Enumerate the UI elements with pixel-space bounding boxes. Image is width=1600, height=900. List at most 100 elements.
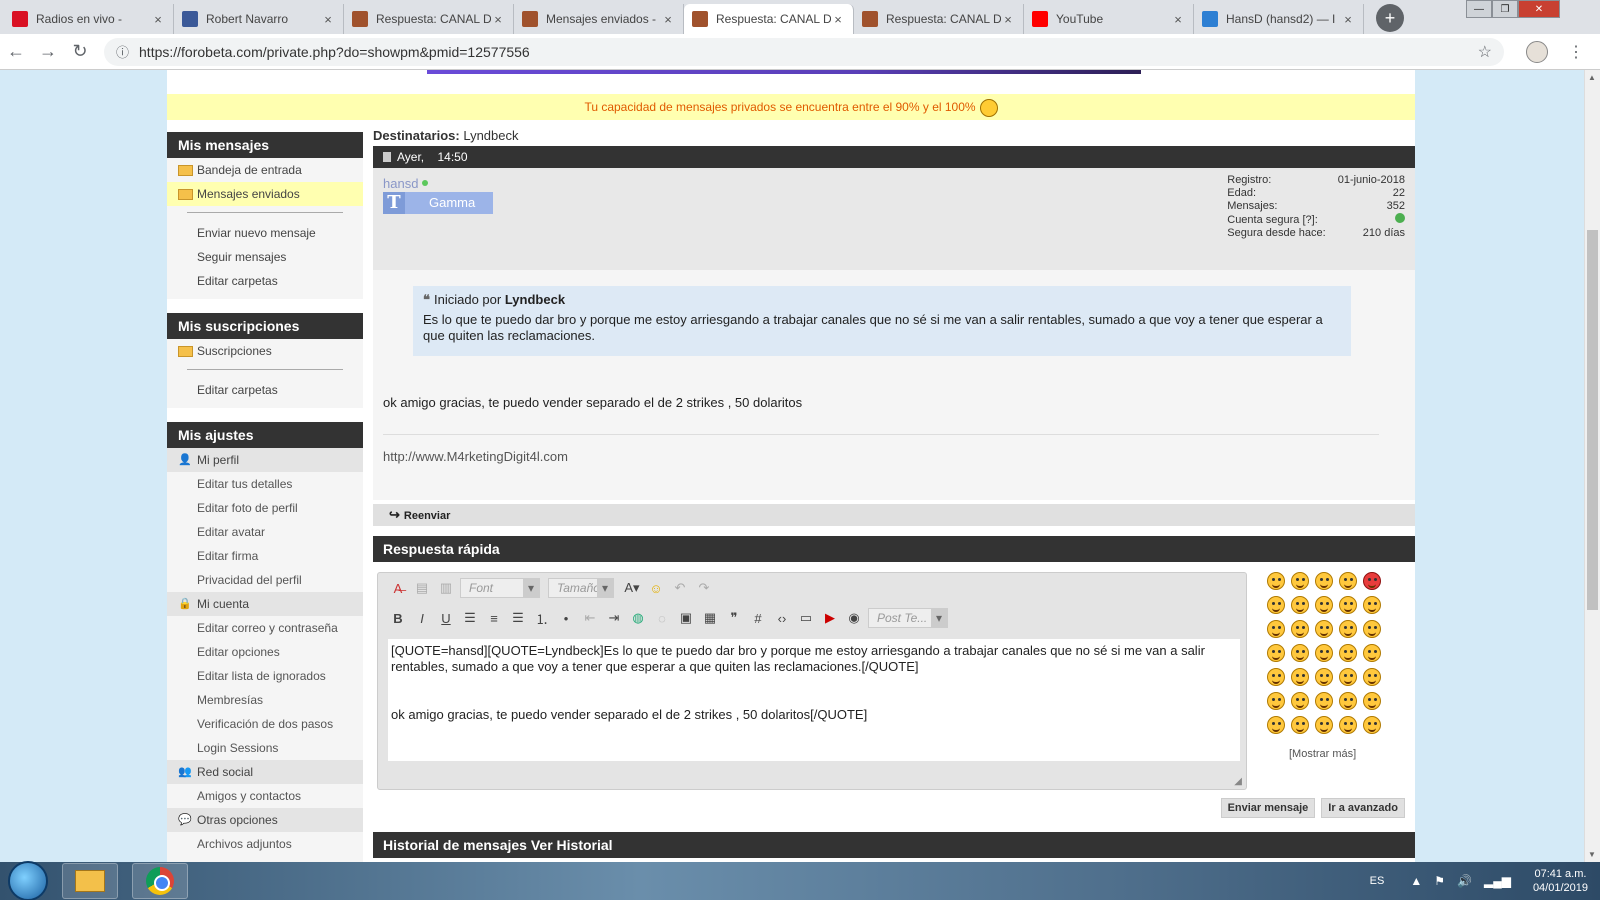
sidebar-item-inbox[interactable]: Bandeja de entrada [167,158,363,182]
browser-tab[interactable]: Respuesta: CANAL D × [854,4,1024,34]
smiley-icon[interactable] [1291,572,1309,590]
smiley-icon[interactable] [1267,596,1285,614]
smiley-icon[interactable] [1267,692,1285,710]
tray-expand-icon[interactable]: ▲ [1410,874,1422,888]
smiley-icon[interactable] [1363,668,1381,686]
close-window-button[interactable]: ✕ [1518,0,1560,18]
tab-close-icon[interactable]: × [831,12,845,27]
smiley-icon[interactable] [1291,668,1309,686]
sidebar-item-ignore-list[interactable]: Editar lista de ignorados [167,664,363,688]
unlink-icon[interactable]: ◌ [652,608,672,628]
bold-icon[interactable]: B [388,608,408,628]
sidebar-item-edit-signature[interactable]: Editar firma [167,544,363,568]
smiley-icon[interactable] [1363,692,1381,710]
quote-icon[interactable]: ❞ [724,608,744,628]
post-template-select[interactable]: Post Te... [868,608,948,628]
smiley-icon[interactable] [1315,644,1333,662]
smiley-icon[interactable] [1267,668,1285,686]
sidebar-item-edit-folders[interactable]: Editar carpetas [167,269,363,293]
send-message-button[interactable]: Enviar mensaje [1220,798,1316,818]
smiley-icon[interactable] [1315,716,1333,734]
language-indicator[interactable]: ES [1370,875,1385,887]
tab-close-icon[interactable]: × [321,12,335,27]
browser-tab[interactable]: HansD (hansd2) — I × [1194,4,1364,34]
smiley-icon[interactable] [1291,596,1309,614]
smiley-icon[interactable] [1363,572,1381,590]
spoiler-icon[interactable]: ◉ [844,608,864,628]
sidebar-item-sent[interactable]: Mensajes enviados [167,182,363,206]
smiley-icon[interactable] [1291,692,1309,710]
sidebar-item-attachments[interactable]: Archivos adjuntos [167,832,363,856]
smiley-icon[interactable] [1339,716,1357,734]
signature-link[interactable]: http://www.M4rketingDigit4l.com [383,449,568,464]
smiley-icon[interactable] [1267,644,1285,662]
minimize-button[interactable]: — [1466,0,1492,18]
align-left-icon[interactable]: ☰ [460,608,480,628]
smiley-icon[interactable] [1339,644,1357,662]
page-scrollbar[interactable]: ▲ ▼ [1584,70,1600,862]
smiley-icon[interactable] [1363,716,1381,734]
forward-button[interactable]: Reenviar [404,510,450,522]
remove-format-icon[interactable]: A̶ [388,578,408,598]
sidebar-item-edit-options[interactable]: Editar opciones [167,640,363,664]
message-textarea[interactable]: [QUOTE=hansd][QUOTE=Lyndbeck]Es lo que t… [388,639,1240,761]
browser-menu-icon[interactable]: ⋮ [1568,42,1584,62]
sidebar-item-two-step[interactable]: Verificación de dos pasos [167,712,363,736]
tab-close-icon[interactable]: × [1171,12,1185,27]
new-tab-button[interactable]: + [1376,4,1404,32]
show-more-smilies-link[interactable]: [Mostrar más] [1289,748,1356,760]
smiley-icon[interactable] [1363,644,1381,662]
sidebar-item-edit-avatar[interactable]: Editar avatar [167,520,363,544]
font-color-icon[interactable]: A▾ [622,578,642,598]
taskbar-chrome[interactable] [132,863,188,899]
link-icon[interactable]: ◍ [628,608,648,628]
browser-tab[interactable]: Respuesta: CANAL D × [344,4,514,34]
start-button[interactable] [8,861,48,900]
tab-close-icon[interactable]: × [151,12,165,27]
image-icon[interactable]: ▣ [676,608,696,628]
hashtag-icon[interactable]: # [748,608,768,628]
browser-tab[interactable]: YouTube × [1024,4,1194,34]
align-center-icon[interactable]: ≡ [484,608,504,628]
reload-button[interactable]: ↻ [64,41,96,62]
paste-icon[interactable]: ▤ [412,578,432,598]
undo-icon[interactable]: ↶ [670,578,690,598]
browser-tab[interactable]: Robert Navarro × [174,4,344,34]
tab-close-icon[interactable]: × [1341,12,1355,27]
sidebar-item-edit-photo[interactable]: Editar foto de perfil [167,496,363,520]
smiley-icon[interactable] [1291,716,1309,734]
smiley-icon[interactable] [1291,620,1309,638]
sidebar-item-new-message[interactable]: Enviar nuevo mensaje [167,221,363,245]
smiley-icon[interactable] [1315,572,1333,590]
smiley-icon[interactable] [1339,620,1357,638]
taskbar-explorer[interactable] [62,863,118,899]
align-right-icon[interactable]: ☰ [508,608,528,628]
underline-icon[interactable]: U [436,608,456,628]
tab-close-icon[interactable]: × [1001,12,1015,27]
network-icon[interactable]: ▂▄▆ [1484,874,1511,888]
sidebar-item-edit-details[interactable]: Editar tus detalles [167,472,363,496]
smiley-icon[interactable] [1315,596,1333,614]
url-input[interactable]: ⓘ https://forobeta.com/private.php?do=sh… [104,37,1504,66]
outdent-icon[interactable]: ⇤ [580,608,600,628]
paste-text-icon[interactable]: ▥ [436,578,456,598]
smiley-icon[interactable] [1339,692,1357,710]
browser-tab[interactable]: Radios en vivo - × [4,4,174,34]
browser-tab[interactable]: Mensajes enviados - × [514,4,684,34]
youtube-icon[interactable]: ▶ [820,608,840,628]
username[interactable]: hansd [383,176,429,191]
smiley-icon[interactable] [1267,572,1285,590]
italic-icon[interactable]: I [412,608,432,628]
sidebar-item-edit-email[interactable]: Editar correo y contraseña [167,616,363,640]
smiley-icon[interactable] [1291,644,1309,662]
tab-close-icon[interactable]: × [661,12,675,27]
smiley-icon[interactable] [1363,596,1381,614]
go-advanced-button[interactable]: Ir a avanzado [1321,798,1405,818]
video-icon[interactable]: ▦ [700,608,720,628]
sidebar-item-friends[interactable]: Amigos y contactos [167,784,363,808]
sidebar-item-subscriptions[interactable]: Suscripciones [167,339,363,363]
sidebar-item-edit-folders[interactable]: Editar carpetas [167,378,363,402]
redo-icon[interactable]: ↷ [694,578,714,598]
smiley-icon[interactable] [1339,596,1357,614]
maximize-button[interactable]: ❐ [1492,0,1518,18]
